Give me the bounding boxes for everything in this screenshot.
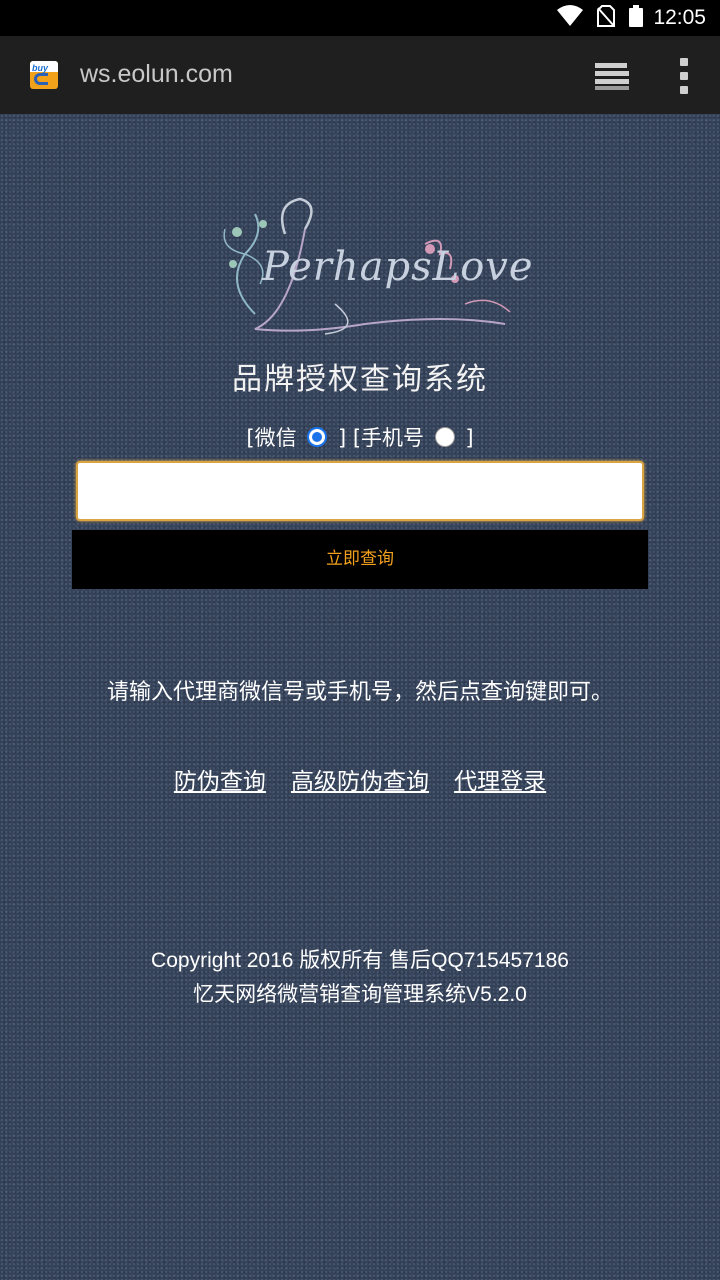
overflow-menu-icon[interactable] bbox=[678, 58, 690, 94]
system-title: 品牌授权查询系统 bbox=[232, 362, 488, 397]
radio-wechat[interactable] bbox=[307, 427, 328, 447]
footer: Copyright 2016 版权所有 售后QQ715457186 忆天网络微营… bbox=[0, 944, 720, 1012]
page-content: PerhapsLove 品牌授权查询系统 [微信 ] [手机号 ] 立即查询 请… bbox=[0, 114, 720, 1280]
status-bar: 12:05 bbox=[0, 0, 720, 36]
link-advanced-anti-counterfeit[interactable]: 高级防伪查询 bbox=[291, 769, 429, 795]
wifi-icon bbox=[557, 5, 584, 31]
hint-text: 请输入代理商微信号或手机号，然后点查询键即可。 bbox=[106, 680, 613, 705]
footer-copyright: Copyright 2016 版权所有 售后QQ715457186 bbox=[151, 949, 569, 972]
site-favicon-icon: buy bbox=[30, 61, 58, 89]
link-anti-counterfeit[interactable]: 防伪查询 bbox=[174, 769, 266, 795]
browser-toolbar: buy ws.eolun.com bbox=[0, 36, 720, 114]
radio-phone[interactable] bbox=[434, 427, 455, 447]
radio-label-phone: ] [手机号 bbox=[337, 426, 425, 450]
query-button[interactable]: 立即查询 bbox=[72, 530, 648, 589]
radio-bracket-close: ] bbox=[465, 426, 474, 450]
status-time: 12:05 bbox=[653, 6, 706, 29]
radio-label-wechat: [微信 bbox=[246, 426, 297, 450]
link-agent-login[interactable]: 代理登录 bbox=[454, 769, 546, 795]
no-sim-icon bbox=[597, 5, 616, 31]
quick-links: 防伪查询 高级防伪查询 代理登录 bbox=[0, 762, 720, 796]
brand-logo-text: PerhapsLove bbox=[262, 244, 534, 290]
tabs-icon[interactable] bbox=[594, 61, 630, 91]
battery-icon bbox=[629, 5, 644, 31]
search-type-selector: [微信 ] [手机号 ] bbox=[0, 422, 720, 452]
url-bar[interactable]: ws.eolun.com bbox=[80, 60, 233, 89]
footer-system-version: 忆天网络微营销查询管理系统V5.2.0 bbox=[193, 983, 527, 1006]
query-input[interactable] bbox=[76, 461, 644, 521]
